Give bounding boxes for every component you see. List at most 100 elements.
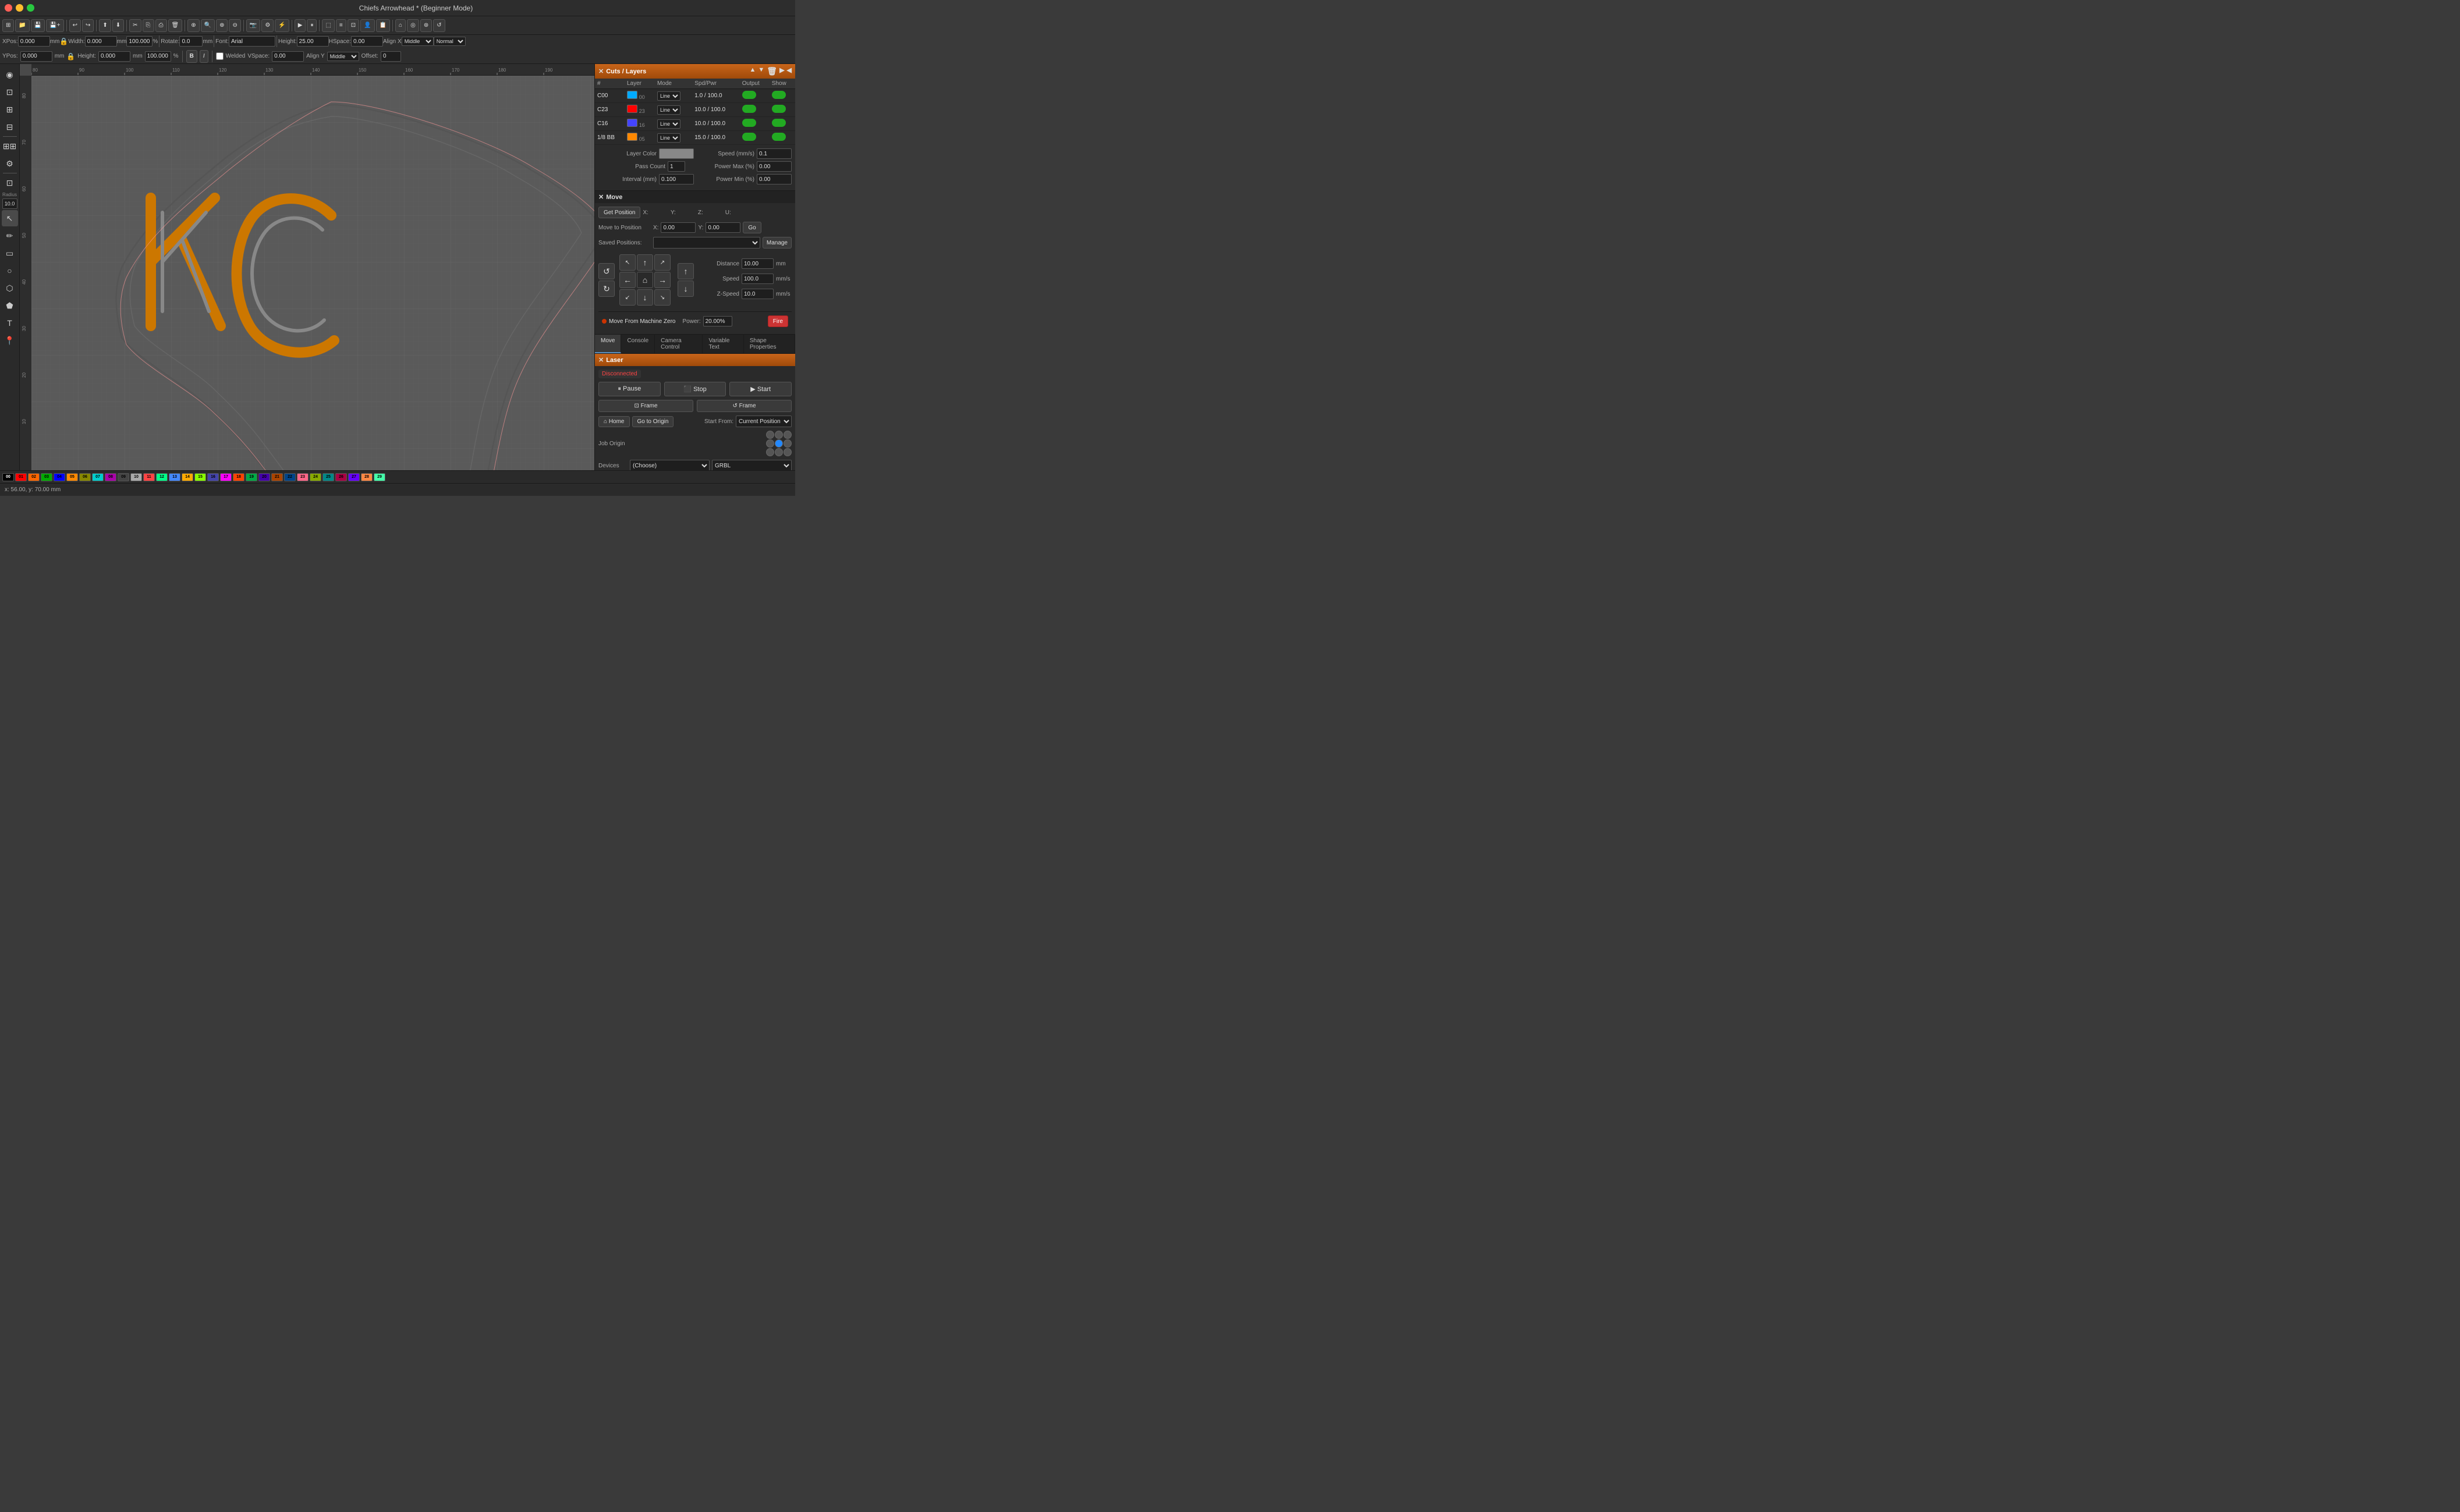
palette-swatch[interactable]: 17: [220, 473, 232, 481]
layer-color-swatch[interactable]: [627, 119, 637, 127]
italic-button[interactable]: I: [200, 50, 208, 63]
palette-swatch[interactable]: 00: [2, 473, 14, 481]
palette-swatch[interactable]: 05: [66, 473, 78, 481]
palette-swatch[interactable]: 19: [246, 473, 257, 481]
pass-count-input[interactable]: [668, 161, 685, 172]
z-down-button[interactable]: ↓: [678, 281, 694, 297]
rotate-ccw-button[interactable]: ↺: [598, 263, 615, 279]
select-tool[interactable]: ⊡: [2, 84, 18, 100]
z-up-button[interactable]: ↑: [678, 263, 694, 279]
camera-button[interactable]: 📷: [246, 19, 260, 32]
circle-tool[interactable]: ⬡: [2, 280, 18, 296]
pen-tool[interactable]: ✏: [2, 228, 18, 244]
tab-variable-text[interactable]: Variable Text: [703, 335, 743, 353]
origin-dot-bl[interactable]: [766, 448, 774, 456]
pause-run-button[interactable]: ⏸: [307, 19, 317, 32]
run-button[interactable]: ▶: [295, 19, 306, 32]
cut-show[interactable]: [770, 131, 795, 145]
save-button[interactable]: 💾: [31, 19, 45, 32]
vspace-input[interactable]: [272, 51, 304, 62]
radius-input[interactable]: [2, 198, 17, 209]
minimize-button[interactable]: [16, 4, 23, 12]
maximize-button[interactable]: [27, 4, 34, 12]
frame2-button[interactable]: ↺ Frame: [697, 400, 792, 412]
settings-tool[interactable]: ⚙: [2, 155, 18, 172]
redo-button[interactable]: ↪: [82, 19, 94, 32]
output-toggle[interactable]: [742, 105, 756, 113]
import-button[interactable]: ⬆: [99, 19, 111, 32]
origin-dot-br[interactable]: [784, 448, 792, 456]
palette-swatch[interactable]: 08: [105, 473, 116, 481]
scroll-up-icon[interactable]: ▲: [750, 66, 756, 76]
rect-tool[interactable]: ▭: [2, 245, 18, 261]
palette-swatch[interactable]: 11: [143, 473, 155, 481]
table-row[interactable]: C16 16 Line 10.0 / 100.0: [595, 117, 795, 131]
pointer-tool[interactable]: ◉: [2, 66, 18, 83]
cut-show[interactable]: [770, 103, 795, 117]
users-button[interactable]: 👤: [360, 19, 374, 32]
palette-swatch[interactable]: 07: [92, 473, 104, 481]
palette-swatch[interactable]: 01: [15, 473, 27, 481]
align-select[interactable]: Middle: [402, 37, 434, 46]
palette-swatch[interactable]: 29: [374, 473, 385, 481]
height-pct-input[interactable]: [145, 51, 171, 62]
offset-input[interactable]: [381, 51, 401, 62]
cut-mode[interactable]: Line: [655, 131, 692, 145]
palette-swatch[interactable]: 09: [118, 473, 129, 481]
palette-swatch[interactable]: 12: [156, 473, 168, 481]
expand-left-icon[interactable]: ◀: [787, 66, 792, 76]
origin-btn[interactable]: ◎: [407, 19, 419, 32]
bezier-tool[interactable]: ⊡: [2, 175, 18, 191]
frame-button[interactable]: ⬚: [322, 19, 334, 32]
ellipse-tool[interactable]: ○: [2, 262, 18, 279]
node-edit-button[interactable]: ⊕: [187, 19, 199, 32]
tab-console[interactable]: Console: [621, 335, 655, 353]
width-input[interactable]: [85, 36, 117, 47]
export-button[interactable]: ⬇: [112, 19, 124, 32]
grid-area[interactable]: [31, 76, 594, 470]
delete-button[interactable]: 🗑: [168, 19, 183, 32]
layer-color-swatch[interactable]: [627, 133, 637, 141]
open-button[interactable]: 📁: [15, 19, 29, 32]
stop-button[interactable]: ⬛ Stop: [664, 382, 726, 396]
tab-camera[interactable]: Camera Control: [655, 335, 703, 353]
origin-dot-tc[interactable]: [775, 431, 783, 439]
origin-dot-mr[interactable]: [784, 439, 792, 448]
table-row[interactable]: 1/8 BB 05 Line 15.0 / 100.0: [595, 131, 795, 145]
jog-dl-button[interactable]: ↙: [619, 289, 636, 306]
window-controls[interactable]: [5, 4, 34, 12]
palette-swatch[interactable]: 24: [310, 473, 321, 481]
palette-swatch[interactable]: 02: [28, 473, 40, 481]
polygon-tool[interactable]: ⬟: [2, 297, 18, 314]
frame1-button[interactable]: ⊡ Frame: [598, 400, 693, 412]
manage-button[interactable]: Manage: [763, 237, 792, 249]
move-x-input[interactable]: [661, 222, 696, 233]
move-y-input[interactable]: [706, 222, 740, 233]
table-row[interactable]: C23 23 Line 10.0 / 100.0: [595, 103, 795, 117]
rotary-btn[interactable]: ↺: [433, 19, 445, 32]
cut-output[interactable]: [740, 131, 770, 145]
palette-swatch[interactable]: 14: [182, 473, 193, 481]
power-input[interactable]: [703, 316, 732, 326]
close-button[interactable]: [5, 4, 12, 12]
pause-button[interactable]: ⏸ Pause: [598, 382, 661, 396]
height-input[interactable]: [98, 51, 130, 62]
trace-btn[interactable]: ⊛: [420, 19, 432, 32]
palette-swatch[interactable]: 13: [169, 473, 180, 481]
fire-button[interactable]: Fire: [768, 315, 788, 327]
devices-select[interactable]: (Choose): [630, 460, 710, 470]
zoom-in-button[interactable]: ⊕: [216, 19, 228, 32]
mode-select[interactable]: Normal: [434, 37, 466, 46]
text-tool[interactable]: T: [2, 315, 18, 331]
interval-input[interactable]: [659, 174, 694, 184]
start-from-select[interactable]: Current Position User Origin Absolute Co…: [736, 416, 792, 427]
palette-swatch[interactable]: 15: [194, 473, 206, 481]
cut-mode[interactable]: Line: [655, 117, 692, 131]
cursor-tool[interactable]: ↖: [2, 210, 18, 226]
align-y-select[interactable]: Middle: [327, 52, 359, 61]
zoom-fit-button[interactable]: 🔍: [201, 19, 215, 32]
output-toggle[interactable]: [742, 91, 756, 99]
mode-dropdown[interactable]: Line: [657, 91, 680, 101]
mode-dropdown[interactable]: Line: [657, 119, 680, 129]
palette-swatch[interactable]: 20: [258, 473, 270, 481]
